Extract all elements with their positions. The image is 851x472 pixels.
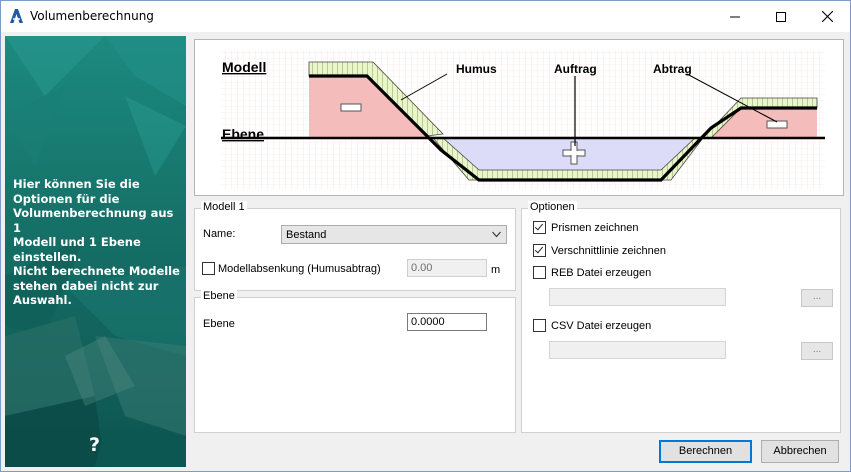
abbrechen-button[interactable]: Abbrechen xyxy=(761,440,839,463)
help-icon[interactable]: ? xyxy=(89,434,100,456)
modell-group: Modell 1 Name: Bestand Modellabsenkung (… xyxy=(194,201,516,291)
cross-section-diagram: Modell Ebene Humus Auftrag Abtrag xyxy=(221,50,825,190)
volume-diagram: Modell Ebene Humus Auftrag Abtrag xyxy=(194,39,844,196)
minus-right-icon xyxy=(766,120,788,129)
sidebar-line: Nicht berechnete Modelle xyxy=(13,264,180,278)
close-icon xyxy=(821,11,833,22)
diagram-label-abtrag: Abtrag xyxy=(653,62,692,76)
modellabsenkung-checkbox[interactable] xyxy=(202,262,215,275)
modellabsenkung-label: Modellabsenkung (Humusabtrag) xyxy=(218,263,381,275)
reb-label: REB Datei erzeugen xyxy=(551,267,652,279)
sidebar-line: Optionen für die xyxy=(13,191,120,206)
reb-path-field[interactable] xyxy=(549,288,726,306)
prismen-checkbox[interactable] xyxy=(533,221,546,234)
diagram-label-auftrag: Auftrag xyxy=(554,62,597,76)
sidebar-line: einstellen. xyxy=(13,249,82,264)
unit-label: m xyxy=(491,264,501,276)
modellabsenkung-input[interactable]: 0.00 xyxy=(407,259,487,277)
sidebar-line: Auswahl. xyxy=(13,293,72,307)
berechnen-button[interactable]: Berechnen xyxy=(659,440,752,463)
verschnittlinie-checkbox[interactable] xyxy=(533,244,546,257)
ebene-group: Ebene Ebene 0.0000 xyxy=(194,290,516,433)
verschnittlinie-label: Verschnittlinie zeichnen xyxy=(551,245,666,257)
sidebar-line: Hier können Sie die xyxy=(13,177,140,191)
window-title: Volumenberechnung xyxy=(30,9,154,23)
minus-left-icon xyxy=(340,103,362,112)
reb-checkbox[interactable] xyxy=(533,266,546,279)
close-button[interactable] xyxy=(804,1,850,32)
optionen-group-title: Optionen xyxy=(528,201,577,213)
reb-browse-button[interactable]: ... xyxy=(801,289,833,307)
optionen-group: Optionen Prismen zeichnen Verschnittlini… xyxy=(521,201,841,433)
model-name-value: Bestand xyxy=(286,229,327,241)
ebene-group-title: Ebene xyxy=(201,290,237,302)
csv-checkbox[interactable] xyxy=(533,319,546,332)
csv-browse-button[interactable]: ... xyxy=(801,342,833,360)
diagram-label-humus: Humus xyxy=(456,62,497,76)
app-logo-icon xyxy=(10,9,23,23)
chevron-down-icon xyxy=(492,231,501,238)
csv-path-field[interactable] xyxy=(549,341,726,359)
name-label: Name: xyxy=(203,228,236,240)
maximize-button[interactable] xyxy=(758,1,804,32)
info-sidebar: Hier können Sie die Optionen für die Vol… xyxy=(5,36,186,467)
sidebar-line: Modell und 1 Ebene xyxy=(13,235,141,249)
diagram-label-ebene: Ebene xyxy=(222,126,264,142)
sidebar-line: stehen dabei nicht zur xyxy=(13,278,159,293)
sidebar-description: Hier können Sie die Optionen für die Vol… xyxy=(13,177,183,308)
csv-label: CSV Datei erzeugen xyxy=(551,320,652,332)
model-name-select[interactable]: Bestand xyxy=(281,225,507,244)
minimize-button[interactable] xyxy=(712,1,758,32)
diagram-label-modell: Modell xyxy=(222,59,266,75)
ebene-label: Ebene xyxy=(203,318,235,330)
sidebar-line: Volumenberechnung aus 1 xyxy=(13,206,174,235)
maximize-icon xyxy=(776,11,786,22)
dialog-window: Volumenberechnung Hier können Sie die Op… xyxy=(0,0,851,472)
prismen-label: Prismen zeichnen xyxy=(551,222,639,234)
title-bar: Volumenberechnung xyxy=(1,1,850,32)
ebene-input[interactable]: 0.0000 xyxy=(407,313,487,331)
minimize-icon xyxy=(730,16,740,17)
modell-group-title: Modell 1 xyxy=(201,201,247,213)
